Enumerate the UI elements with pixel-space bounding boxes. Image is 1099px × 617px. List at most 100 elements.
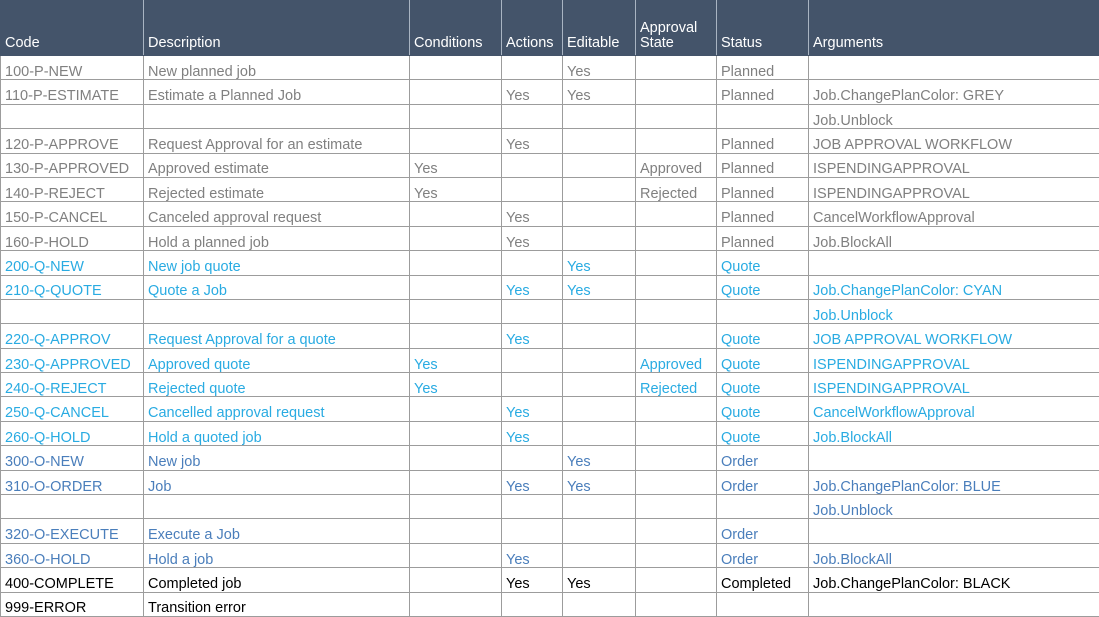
cell-stat[interactable]: Quote [717,251,809,275]
table-row[interactable]: 230-Q-APPROVEDApproved quoteYesApprovedQ… [1,348,1099,372]
cell-desc[interactable] [144,299,410,323]
cell-act[interactable] [502,153,563,177]
cell-appr[interactable] [636,397,717,421]
cell-cond[interactable] [410,129,502,153]
cell-desc[interactable]: Rejected quote [144,373,410,397]
cell-edit[interactable] [563,104,636,128]
column-header-act[interactable]: Actions [502,1,563,56]
cell-args[interactable]: CancelWorkflowApproval [809,202,1099,226]
cell-stat[interactable]: Quote [717,397,809,421]
cell-act[interactable] [502,56,563,80]
cell-desc[interactable]: Cancelled approval request [144,397,410,421]
column-header-cond[interactable]: Conditions [410,1,502,56]
cell-args[interactable] [809,519,1099,543]
cell-act[interactable] [502,299,563,323]
cell-args[interactable]: Job.ChangePlanColor: BLACK [809,568,1099,592]
cell-edit[interactable] [563,324,636,348]
cell-cond[interactable] [410,397,502,421]
cell-args[interactable] [809,592,1099,616]
cell-code[interactable]: 250-Q-CANCEL [1,397,144,421]
cell-act[interactable]: Yes [502,226,563,250]
cell-code[interactable]: 400-COMPLETE [1,568,144,592]
cell-code[interactable]: 310-O-ORDER [1,470,144,494]
cell-args[interactable]: Job.BlockAll [809,226,1099,250]
cell-cond[interactable] [410,568,502,592]
cell-appr[interactable]: Approved [636,153,717,177]
cell-appr[interactable] [636,299,717,323]
cell-desc[interactable]: Canceled approval request [144,202,410,226]
table-row[interactable]: 160-P-HOLDHold a planned jobYesPlannedJo… [1,226,1099,250]
cell-stat[interactable] [717,592,809,616]
table-row[interactable]: 100-P-NEWNew planned jobYesPlanned [1,56,1099,80]
cell-act[interactable]: Yes [502,421,563,445]
cell-appr[interactable] [636,470,717,494]
cell-code[interactable]: 140-P-REJECT [1,177,144,201]
cell-desc[interactable]: New job quote [144,251,410,275]
cell-act[interactable]: Yes [502,568,563,592]
cell-edit[interactable] [563,299,636,323]
cell-args[interactable]: Job.BlockAll [809,421,1099,445]
cell-code[interactable] [1,495,144,519]
cell-args[interactable]: Job.Unblock [809,495,1099,519]
cell-cond[interactable] [410,299,502,323]
cell-args[interactable]: Job.ChangePlanColor: GREY [809,80,1099,104]
cell-edit[interactable]: Yes [563,80,636,104]
cell-edit[interactable]: Yes [563,275,636,299]
table-row[interactable]: 310-O-ORDERJobYesYesOrderJob.ChangePlanC… [1,470,1099,494]
cell-cond[interactable] [410,421,502,445]
cell-edit[interactable] [563,543,636,567]
cell-stat[interactable]: Quote [717,421,809,445]
cell-cond[interactable] [410,592,502,616]
cell-edit[interactable] [563,592,636,616]
table-row[interactable]: 210-Q-QUOTEQuote a JobYesYesQuoteJob.Cha… [1,275,1099,299]
column-header-appr[interactable]: Approval State [636,1,717,56]
cell-code[interactable]: 120-P-APPROVE [1,129,144,153]
cell-appr[interactable] [636,519,717,543]
table-row[interactable]: 300-O-NEWNew jobYesOrder [1,446,1099,470]
cell-code[interactable]: 110-P-ESTIMATE [1,80,144,104]
cell-edit[interactable] [563,397,636,421]
cell-stat[interactable]: Completed [717,568,809,592]
table-row[interactable]: 250-Q-CANCELCancelled approval requestYe… [1,397,1099,421]
cell-act[interactable] [502,348,563,372]
cell-desc[interactable]: Job [144,470,410,494]
cell-act[interactable]: Yes [502,275,563,299]
cell-code[interactable]: 160-P-HOLD [1,226,144,250]
cell-appr[interactable] [636,56,717,80]
table-row[interactable]: 200-Q-NEWNew job quoteYesQuote [1,251,1099,275]
cell-cond[interactable] [410,251,502,275]
cell-appr[interactable] [636,592,717,616]
cell-stat[interactable]: Quote [717,324,809,348]
cell-desc[interactable]: Rejected estimate [144,177,410,201]
cell-appr[interactable] [636,421,717,445]
cell-args[interactable]: JOB APPROVAL WORKFLOW [809,324,1099,348]
cell-edit[interactable] [563,348,636,372]
cell-code[interactable]: 210-Q-QUOTE [1,275,144,299]
cell-desc[interactable]: Hold a job [144,543,410,567]
column-header-edit[interactable]: Editable [563,1,636,56]
cell-act[interactable]: Yes [502,470,563,494]
cell-args[interactable]: Job.Unblock [809,299,1099,323]
cell-edit[interactable]: Yes [563,56,636,80]
cell-code[interactable]: 260-Q-HOLD [1,421,144,445]
cell-cond[interactable] [410,446,502,470]
cell-act[interactable]: Yes [502,543,563,567]
cell-stat[interactable]: Quote [717,275,809,299]
cell-desc[interactable] [144,495,410,519]
cell-cond[interactable]: Yes [410,153,502,177]
column-header-stat[interactable]: Status [717,1,809,56]
cell-cond[interactable] [410,519,502,543]
cell-args[interactable]: ISPENDINGAPPROVAL [809,373,1099,397]
cell-args[interactable] [809,251,1099,275]
cell-code[interactable]: 100-P-NEW [1,56,144,80]
cell-appr[interactable] [636,543,717,567]
cell-args[interactable]: CancelWorkflowApproval [809,397,1099,421]
cell-cond[interactable] [410,202,502,226]
cell-act[interactable] [502,519,563,543]
cell-edit[interactable] [563,519,636,543]
cell-code[interactable]: 999-ERROR [1,592,144,616]
cell-edit[interactable] [563,373,636,397]
cell-act[interactable] [502,104,563,128]
cell-edit[interactable] [563,495,636,519]
cell-act[interactable] [502,251,563,275]
